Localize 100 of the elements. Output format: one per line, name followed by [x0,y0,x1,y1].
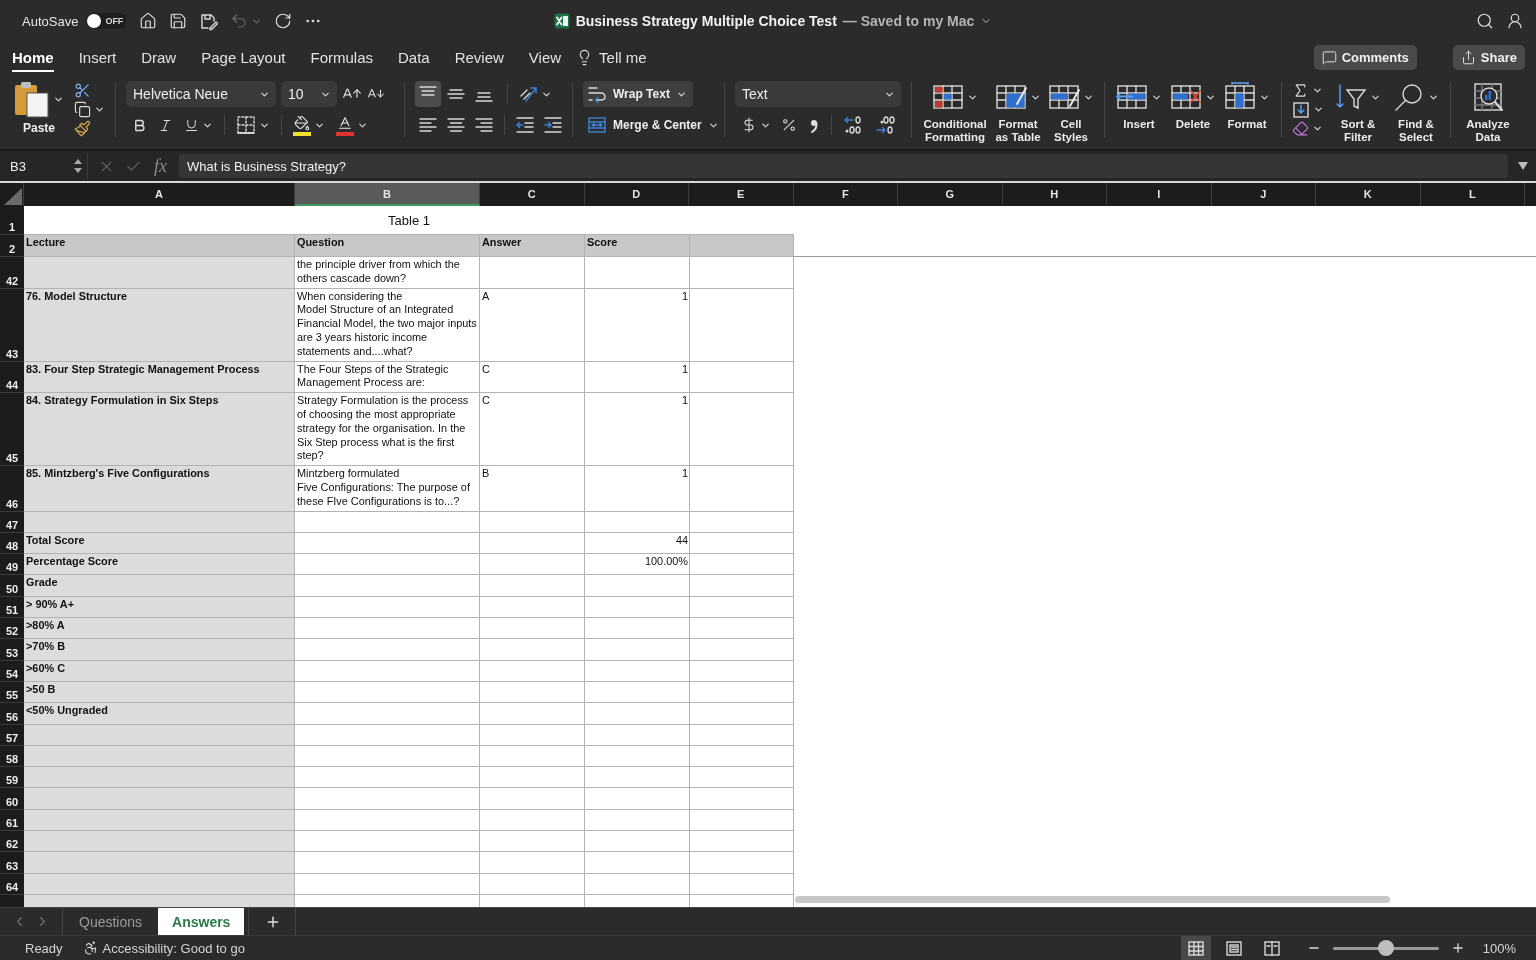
text-angle-icon[interactable] [518,84,538,104]
menu-tab[interactable]: Review [454,42,504,72]
percent-icon[interactable] [781,117,797,133]
analyze-data-button[interactable]: Analyze Data [1461,76,1515,145]
paste-button[interactable]: Paste [14,76,64,145]
share-button[interactable]: Share [1452,44,1525,70]
row-header: 64 [0,873,24,895]
menu-tab[interactable]: Page Layout [201,42,286,72]
sheet-tab[interactable]: Questions [65,908,157,935]
caret-icon[interactable] [94,104,105,115]
column-header: B [295,183,480,206]
search-icon[interactable] [1476,12,1494,30]
document-title: Business Strategy Multiple Choice Test [575,13,837,29]
delete-cells-icon[interactable] [1170,82,1202,112]
name-box[interactable]: B3 [0,153,88,179]
delete-cells-button[interactable]: Delete [1169,76,1217,145]
wrap-text-button[interactable]: Wrap Text [583,81,693,107]
menu-tab[interactable]: Draw [141,42,177,72]
sheet-tab[interactable]: Answers [158,908,245,935]
align-left-icon[interactable] [418,116,438,134]
normal-view-button[interactable] [1180,936,1211,960]
decrease-decimal-icon[interactable] [874,115,896,135]
scissors-icon[interactable] [74,82,91,99]
toggle-knob-icon [87,14,102,28]
format-painter-icon[interactable] [74,120,91,137]
table-title: Table 1 [388,212,430,228]
format-cells-button[interactable]: Format [1223,76,1271,145]
sort-filter-icon[interactable] [1335,82,1367,112]
page-layout-icon[interactable] [1224,939,1243,957]
table-cell: The Four Steps of the Strategic Management Process are: [295,361,480,394]
align-right-icon[interactable] [474,116,494,134]
horizontal-scrollbar[interactable] [795,896,1390,903]
share-icon[interactable] [1460,49,1476,65]
row-header: 50 [0,575,24,597]
autosave-toggle[interactable]: OFF [86,13,128,29]
accessibility-status[interactable]: Accessibility: Good to go [82,940,245,956]
underline-icon[interactable] [184,117,199,133]
comments-button[interactable]: Comments [1313,44,1417,70]
caret-icon[interactable] [1313,104,1324,115]
formula-field[interactable]: What is Business Strategy? [179,154,1508,178]
merge-icon[interactable] [587,116,607,134]
insert-function-button[interactable]: fx [152,155,169,177]
number-format-dropdown[interactable]: Text [735,81,901,107]
zoom-in-icon[interactable] [1450,941,1465,955]
font-color-icon[interactable] [336,114,354,136]
menu-tab[interactable]: Home [12,42,54,72]
comment-icon[interactable] [1321,49,1337,65]
save-edit-icon[interactable] [199,11,219,31]
home-icon[interactable] [139,12,158,30]
increase-indent-icon[interactable] [543,116,563,134]
font-size-dropdown[interactable]: 10 [281,81,337,107]
fill-down-icon[interactable] [1292,100,1310,119]
row-header: 60 [0,788,24,810]
column-heading: Lecture [24,235,295,257]
insert-cells-icon[interactable] [1116,82,1148,112]
page-break-icon[interactable] [1262,939,1281,957]
eraser-icon[interactable] [1292,120,1309,137]
expand-formula-icon[interactable] [1518,162,1528,170]
increase-decimal-icon[interactable] [842,115,864,135]
slider-thumb[interactable] [1377,939,1394,956]
fill-color-icon[interactable] [293,114,311,136]
font-name-dropdown[interactable]: Helvetica Neue [126,81,276,107]
conditional-formatting-button[interactable]: Conditional Formatting [922,76,988,145]
accessibility-icon[interactable] [82,940,99,956]
save-status[interactable]: — Saved to my Mac [842,13,975,29]
currency-icon[interactable] [741,117,757,133]
caret-icon[interactable] [1312,123,1323,134]
format-cells-icon[interactable] [1224,82,1256,112]
person-icon[interactable] [1506,12,1524,30]
bold-icon[interactable] [132,117,147,133]
normal-view-icon[interactable] [1186,939,1205,957]
menu-tab[interactable]: View [528,42,562,72]
table-brush-button[interactable]: Format as Table [992,76,1044,145]
merge-center-button[interactable]: Merge & Center [583,112,725,138]
search-button[interactable]: Find & Select [1392,76,1440,145]
sort-filter-button[interactable]: Sort & Filter [1334,76,1382,145]
redo-icon[interactable] [274,12,293,30]
save-icon[interactable] [169,12,188,30]
wrap-text-icon[interactable] [587,84,607,104]
copy-icon[interactable] [74,101,91,118]
borders-icon[interactable] [236,115,256,135]
menu-tab[interactable]: Data [398,42,430,72]
insert-cells-button[interactable]: Insert [1115,76,1163,145]
table-cell: the principle driver from which the others cascade down? [295,257,480,289]
table-cell: <50% Ungraded [24,703,295,725]
conditional-formatting-icon[interactable] [932,82,964,112]
table-brush-icon[interactable] [995,82,1027,112]
cell-brush-button[interactable]: Cell Styles [1048,76,1094,145]
align-center-icon[interactable] [446,116,466,134]
menu-tab[interactable]: Formulas [310,42,373,72]
caret-icon[interactable] [1312,85,1323,96]
cell-brush-icon[interactable] [1048,82,1080,112]
tell-me-button[interactable]: Tell me [576,42,647,72]
analyze-data-icon[interactable] [1472,82,1504,112]
menu-tab[interactable]: Insert [78,42,117,72]
italic-icon[interactable] [158,117,173,133]
search-icon[interactable] [1393,82,1425,112]
stepper-icon[interactable] [73,157,83,175]
decrease-indent-icon[interactable] [515,116,535,134]
clipboard-icon[interactable] [14,80,50,118]
